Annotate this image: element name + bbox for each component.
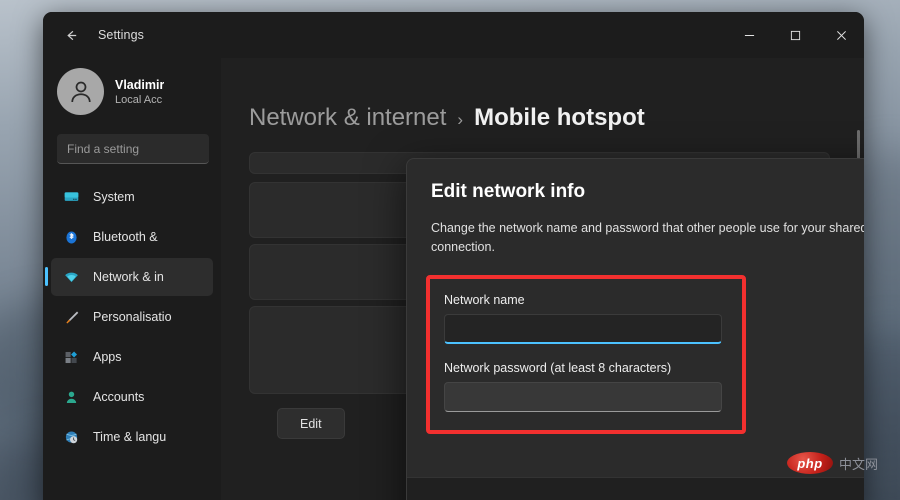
- sidebar-item-bluetooth[interactable]: Bluetooth &: [51, 218, 213, 256]
- wifi-icon: [63, 269, 80, 286]
- sidebar-item-personalisation[interactable]: Personalisatio: [51, 298, 213, 336]
- paintbrush-icon: [63, 309, 80, 326]
- dialog-footer: Save Cancel: [407, 477, 864, 500]
- person-avatar-icon: [66, 77, 96, 107]
- sidebar-item-label: Apps: [93, 350, 122, 364]
- title-bar: Settings: [43, 12, 864, 58]
- network-password-input[interactable]: [444, 382, 722, 412]
- minimize-icon: [744, 30, 755, 41]
- settings-window: Settings Vl: [43, 12, 864, 500]
- sidebar-item-accounts[interactable]: Accounts: [51, 378, 213, 416]
- content-pane: Network & internet › Mobile hotspot Fi F…: [221, 58, 864, 500]
- sidebar-item-time-language[interactable]: Time & langu: [51, 418, 213, 456]
- sidebar-item-label: Personalisatio: [93, 310, 172, 324]
- network-password-label: Network password (at least 8 characters): [444, 361, 728, 375]
- minimize-button[interactable]: [726, 12, 772, 58]
- maximize-button[interactable]: [772, 12, 818, 58]
- window-body: Vladimir Local Acc System: [43, 58, 864, 500]
- close-icon: [836, 30, 847, 41]
- dialog-description: Change the network name and password tha…: [431, 219, 864, 257]
- bluetooth-icon: [63, 229, 80, 246]
- sidebar-item-label: Time & langu: [93, 430, 166, 444]
- clock-globe-icon: [63, 429, 80, 446]
- sidebar-item-label: Accounts: [93, 390, 144, 404]
- sidebar-item-label: Network & in: [93, 270, 164, 284]
- sidebar: Vladimir Local Acc System: [43, 58, 221, 500]
- sidebar-item-label: System: [93, 190, 135, 204]
- credentials-highlight-box: Network name Network password (at least …: [426, 275, 746, 434]
- back-arrow-icon: [64, 28, 79, 43]
- monitor-icon: [63, 189, 80, 206]
- account-subtitle: Local Acc: [115, 94, 164, 106]
- search-box[interactable]: [57, 134, 209, 164]
- account-name: Vladimir: [115, 78, 164, 92]
- avatar: [57, 68, 104, 115]
- network-name-label: Network name: [444, 293, 728, 307]
- window-controls: [726, 12, 864, 58]
- sidebar-item-label: Bluetooth &: [93, 230, 158, 244]
- app-title: Settings: [98, 28, 144, 42]
- edit-network-info-dialog: Edit network info Change the network nam…: [406, 158, 864, 500]
- apps-grid-icon: [63, 349, 80, 366]
- account-block[interactable]: Vladimir Local Acc: [51, 58, 213, 125]
- maximize-icon: [790, 30, 801, 41]
- dialog-title: Edit network info: [431, 181, 864, 203]
- back-button[interactable]: [56, 21, 86, 49]
- close-button[interactable]: [818, 12, 864, 58]
- sidebar-item-apps[interactable]: Apps: [51, 338, 213, 376]
- sidebar-item-network[interactable]: Network & in: [51, 258, 213, 296]
- sidebar-item-system[interactable]: System: [51, 178, 213, 216]
- search-input[interactable]: [67, 142, 199, 156]
- dialog-body: Edit network info Change the network nam…: [407, 159, 864, 477]
- sidebar-nav: System Bluetooth & Network & in: [51, 178, 213, 456]
- network-name-input[interactable]: [444, 314, 722, 344]
- accounts-person-icon: [63, 389, 80, 406]
